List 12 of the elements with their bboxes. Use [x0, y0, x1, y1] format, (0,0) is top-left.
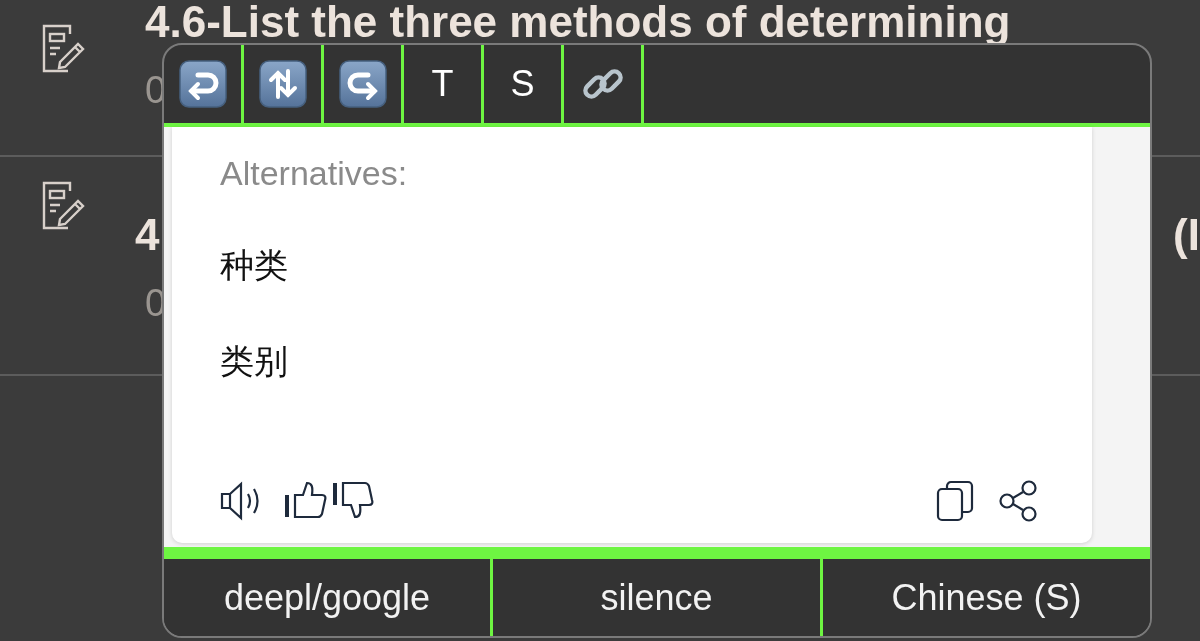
toolbar-button[interactable]: T: [404, 45, 484, 123]
alternative-translation[interactable]: 种类: [220, 245, 288, 285]
note-title: (I: [1173, 213, 1200, 257]
option-button[interactable]: Chinese (S): [820, 559, 1150, 636]
swap-arrows-icon: [257, 59, 308, 109]
alternatives-label: Alternatives:: [220, 153, 409, 193]
alternative-translation[interactable]: 类别: [220, 341, 288, 381]
note-title: 4.6-List the three methods of determining: [145, 0, 1012, 44]
note-title: 4: [135, 213, 160, 257]
copy-icon[interactable]: [936, 480, 976, 522]
thumbs-up-icon[interactable]: [284, 481, 328, 521]
toolbar-button[interactable]: S: [484, 45, 564, 123]
